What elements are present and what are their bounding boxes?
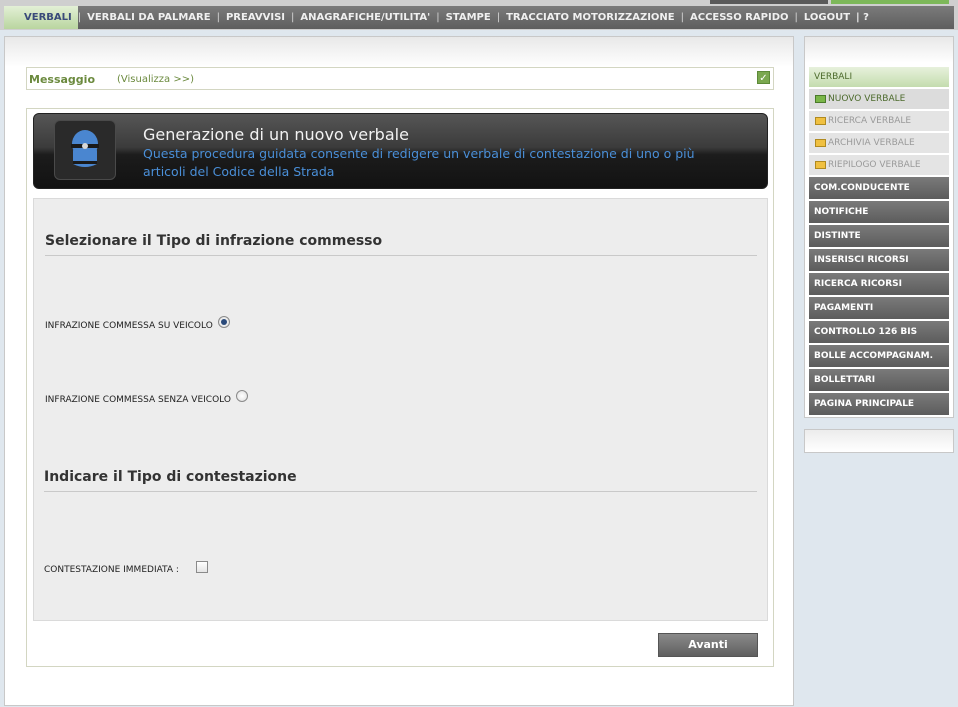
top-bar: VERBALI | VERBALI DA PALMARE | PREAVVISI…	[0, 0, 958, 30]
option-vehicle-row: INFRAZIONE COMMESSA SU VEICOLO	[45, 316, 230, 332]
folder-icon	[815, 117, 826, 125]
form-area: Selezionare il Tipo di infrazione commes…	[33, 198, 768, 621]
option-no-vehicle-label: INFRAZIONE COMMESSA SENZA VEICOLO	[45, 395, 231, 405]
top-tab-green	[831, 0, 949, 4]
sidebar-button-bollettari[interactable]: BOLLETTARI	[809, 369, 949, 391]
sidebar-button-ricerca-ricorsi[interactable]: RICERCA RICORSI	[809, 273, 949, 295]
menu-item-preavvisi[interactable]: PREAVVISI	[220, 12, 291, 23]
sidebar: VERBALI NUOVO VERBALE RICERCA VERBALE AR…	[804, 36, 954, 418]
sidebar-secondary-box	[804, 429, 954, 453]
option-no-vehicle-radio[interactable]	[235, 390, 248, 402]
menu-item-help[interactable]: | ?	[856, 12, 875, 23]
chevron-down-icon[interactable]: ✓	[757, 71, 770, 84]
sidebar-button-com-conducente[interactable]: COM.CONDUCENTE	[809, 177, 949, 199]
wizard-banner: Generazione di un nuovo verbale Questa p…	[33, 113, 768, 189]
menu-item-logout[interactable]: LOGOUT	[798, 12, 856, 23]
sidebar-header[interactable]: VERBALI	[809, 67, 949, 87]
sidebar-button-pagina-principale[interactable]: PAGINA PRINCIPALE	[809, 393, 949, 415]
next-button[interactable]: Avanti	[658, 633, 758, 657]
option-no-vehicle-row: INFRAZIONE COMMESSA SENZA VEICOLO	[45, 390, 248, 406]
wizard-title: Generazione di un nuovo verbale	[143, 125, 409, 144]
sidebar-item-ricerca-verbale[interactable]: RICERCA VERBALE	[809, 111, 949, 131]
folder-icon	[815, 161, 826, 169]
message-title: Messaggio	[29, 73, 95, 86]
police-helmet-icon	[54, 120, 116, 180]
option-vehicle-radio[interactable]	[217, 316, 230, 328]
sidebar-item-riepilogo-verbale[interactable]: RIEPILOGO VERBALE	[809, 155, 949, 175]
message-view-link[interactable]: (Visualizza >>)	[117, 74, 194, 85]
menu-item-verbali-da-palmare[interactable]: VERBALI DA PALMARE	[81, 12, 216, 23]
wizard-description: Questa procedura guidata consente di red…	[143, 146, 695, 179]
sidebar-button-bolle-accompagnam[interactable]: BOLLE ACCOMPAGNAM.	[809, 345, 949, 367]
wizard-container: Generazione di un nuovo verbale Questa p…	[26, 108, 774, 667]
menu-item-anagrafiche[interactable]: ANAGRAFICHE/UTILITA'	[294, 12, 436, 23]
section-title-infraction-type: Selezionare il Tipo di infrazione commes…	[45, 233, 757, 256]
menu-item-tracciato-motorizzazione[interactable]: TRACCIATO MOTORIZZAZIONE	[500, 12, 681, 23]
immediate-contestation-row: CONTESTAZIONE IMMEDIATA :	[44, 561, 208, 576]
sidebar-item-archivia-verbale[interactable]: ARCHIVIA VERBALE	[809, 133, 949, 153]
sidebar-button-notifiche[interactable]: NOTIFICHE	[809, 201, 949, 223]
main-panel: Messaggio (Visualizza >>) ✓ Generazione …	[4, 36, 794, 706]
top-tab-dark	[710, 0, 828, 4]
option-vehicle-label: INFRAZIONE COMMESSA SU VEICOLO	[45, 321, 213, 331]
main-menu: VERBALI | VERBALI DA PALMARE | PREAVVISI…	[4, 6, 954, 29]
menu-item-stampe[interactable]: STAMPE	[440, 12, 497, 23]
message-bar: Messaggio (Visualizza >>) ✓	[26, 67, 774, 90]
section-title-contestation-type: Indicare il Tipo di contestazione	[44, 469, 757, 492]
sidebar-item-nuovo-verbale[interactable]: NUOVO VERBALE	[809, 89, 949, 109]
sidebar-button-distinte[interactable]: DISTINTE	[809, 225, 949, 247]
folder-icon	[815, 95, 826, 103]
sidebar-button-pagamenti[interactable]: PAGAMENTI	[809, 297, 949, 319]
folder-icon	[815, 139, 826, 147]
sidebar-button-controllo-126-bis[interactable]: CONTROLLO 126 BIS	[809, 321, 949, 343]
immediate-contestation-label: CONTESTAZIONE IMMEDIATA :	[44, 565, 179, 575]
menu-item-verbali[interactable]: VERBALI	[4, 6, 78, 29]
immediate-contestation-checkbox[interactable]	[195, 561, 208, 573]
menu-item-accesso-rapido[interactable]: ACCESSO RAPIDO	[684, 12, 794, 23]
sidebar-button-inserisci-ricorsi[interactable]: INSERISCI RICORSI	[809, 249, 949, 271]
